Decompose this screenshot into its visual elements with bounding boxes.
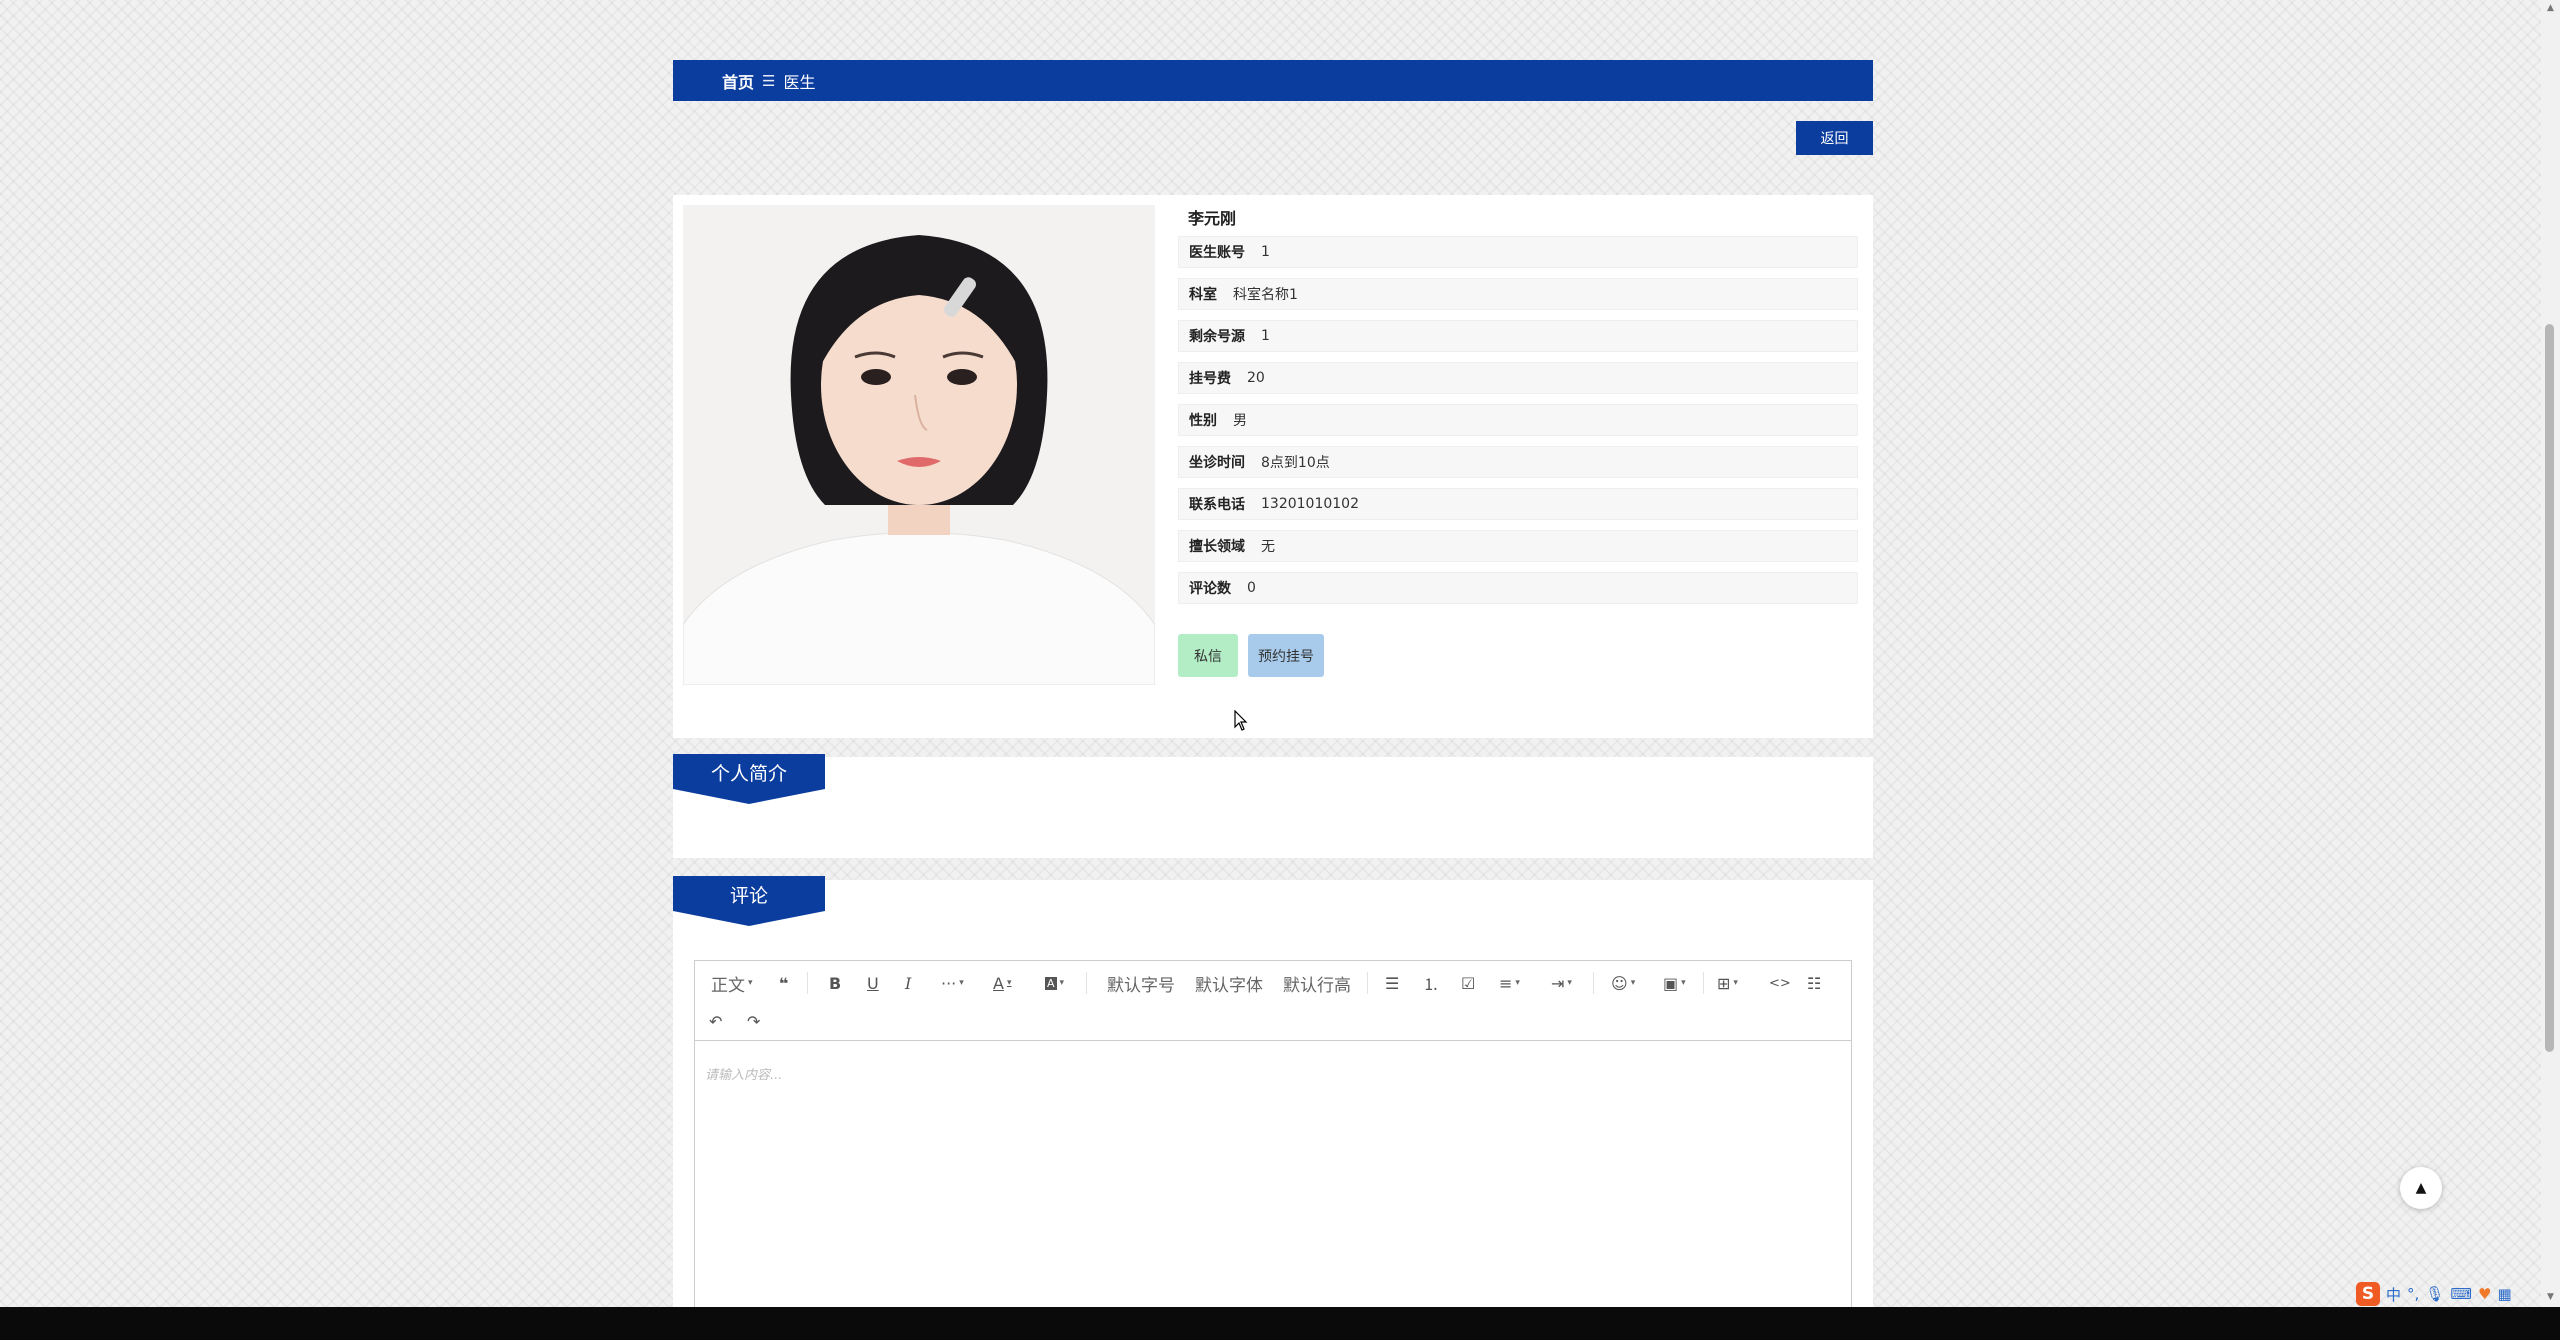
info-row-specialty: 擅长领域 无 [1178,530,1858,562]
taskbar [0,1307,2560,1340]
background-color-icon[interactable]: A ▾ [1045,971,1064,995]
field-label: 联系电话 [1189,497,1245,513]
doctor-portrait-image [683,205,1155,685]
chevron-down-icon: ▾ [748,978,753,988]
field-value: 0 [1247,580,1256,596]
intro-panel [673,757,1873,858]
rich-text-editor: 正文 ▾ ❝ B U I ··· ▾ A ▾ A ▾ 默认字号 默认字体 默认行高 ☰ … [694,960,1852,1340]
toolbar-divider [1367,972,1368,994]
sogou-ime-logo-icon: S [2356,1282,2380,1306]
back-to-top-icon[interactable]: ▲ [2400,1167,2442,1209]
field-value: 无 [1261,539,1275,555]
page-scrollbar[interactable]: ▲ ▼ [2541,0,2560,1307]
info-row-comment-count: 评论数 0 [1178,572,1858,604]
scroll-down-icon[interactable]: ▼ [2541,1292,2560,1302]
bulleted-list-icon[interactable]: ☰ [1385,971,1399,995]
field-label: 医生账号 [1189,245,1245,261]
field-label: 擅长领域 [1189,539,1245,555]
ime-punctuation-icon[interactable]: °, [2407,1285,2419,1303]
indent-icon[interactable]: ⇥ ▾ [1551,971,1572,995]
info-row-schedule: 坐诊时间 8点到10点 [1178,446,1858,478]
field-label: 评论数 [1189,581,1231,597]
mouse-cursor-icon [1234,710,1248,731]
more-style-icon[interactable]: ··· ▾ [941,971,964,995]
keyboard-icon[interactable]: ⌨ [2450,1285,2472,1303]
field-label: 科室 [1189,287,1217,303]
breadcrumb-separator-icon: ☰ [762,71,776,90]
font-family-select[interactable]: 默认字体 [1195,971,1263,996]
undo-icon[interactable]: ↶ [709,1009,722,1033]
info-row-remaining-slots: 剩余号源 1 [1178,320,1858,352]
bold-icon[interactable]: B [829,971,841,995]
font-color-icon[interactable]: A ▾ [993,971,1011,995]
align-icon[interactable]: ≡ ▾ [1499,971,1520,995]
ime-toolbar[interactable]: S 中 °, 🎙 ⌨ ♥ ▦ [2356,1281,2512,1307]
editor-placeholder[interactable]: 请输入内容... [705,1064,782,1083]
field-value: 1 [1261,328,1270,344]
private-message-button[interactable]: 私信 [1178,634,1238,677]
divider-line-icon[interactable]: ☷ [1807,971,1821,995]
info-row-phone: 联系电话 13201010102 [1178,488,1858,520]
line-height-select[interactable]: 默认行高 [1283,971,1351,996]
field-value: 男 [1233,413,1247,429]
image-icon[interactable]: ▣ ▾ [1663,971,1686,995]
doctor-name: 李元刚 [1188,209,1237,228]
table-icon[interactable]: ⊞ ▾ [1717,971,1738,995]
field-label: 坐诊时间 [1189,455,1245,471]
breadcrumb-current: 医生 [783,72,816,92]
field-value: 科室名称1 [1233,287,1298,303]
info-row-gender: 性别 男 [1178,404,1858,436]
italic-icon[interactable]: I [905,971,911,995]
ime-language[interactable]: 中 [2386,1284,2401,1305]
toolbar-divider [1593,972,1594,994]
editor-toolbar: 正文 ▾ ❝ B U I ··· ▾ A ▾ A ▾ 默认字号 默认字体 默认行高 ☰ … [695,961,1851,1041]
breadcrumb: 首页 ☰ 医生 [673,60,1873,101]
skin-icon[interactable]: ♥ [2478,1285,2491,1303]
todo-checkbox-icon[interactable]: ☑ [1461,971,1475,995]
grid-menu-icon[interactable]: ▦ [2497,1285,2511,1303]
toolbar-divider [1703,972,1704,994]
breadcrumb-home[interactable]: 首页 [722,69,754,93]
info-row-account: 医生账号 1 [1178,236,1858,268]
back-button[interactable]: 返回 [1796,121,1873,155]
toolbar-divider [807,972,808,994]
quote-icon[interactable]: ❝ [779,971,788,995]
microphone-icon[interactable]: 🎙 [2425,1285,2444,1303]
code-icon[interactable]: <> [1769,971,1791,995]
scrollbar-thumb[interactable] [2545,324,2554,1052]
numbered-list-icon[interactable]: ⒈ [1423,971,1439,995]
emoji-icon[interactable]: ☺ ▾ [1611,971,1635,995]
field-value: 13201010102 [1261,496,1359,512]
book-appointment-button[interactable]: 预约挂号 [1248,634,1324,677]
doctor-photo [683,205,1155,685]
field-label: 剩余号源 [1189,329,1245,345]
field-value: 1 [1261,244,1270,260]
field-label: 性别 [1189,413,1217,429]
toolbar-divider [1086,972,1087,994]
field-value: 20 [1247,370,1265,386]
font-size-select[interactable]: 默认字号 [1107,971,1175,996]
underline-icon[interactable]: U [867,971,879,995]
scroll-up-icon[interactable]: ▲ [2541,3,2560,13]
info-row-department: 科室 科室名称1 [1178,278,1858,310]
paragraph-select-label: 正文 [711,975,745,996]
info-row-fee: 挂号费 20 [1178,362,1858,394]
field-label: 挂号费 [1189,371,1231,387]
redo-icon[interactable]: ↷ [747,1009,760,1033]
paragraph-select[interactable]: 正文 ▾ [711,971,753,996]
field-value: 8点到10点 [1261,455,1330,471]
